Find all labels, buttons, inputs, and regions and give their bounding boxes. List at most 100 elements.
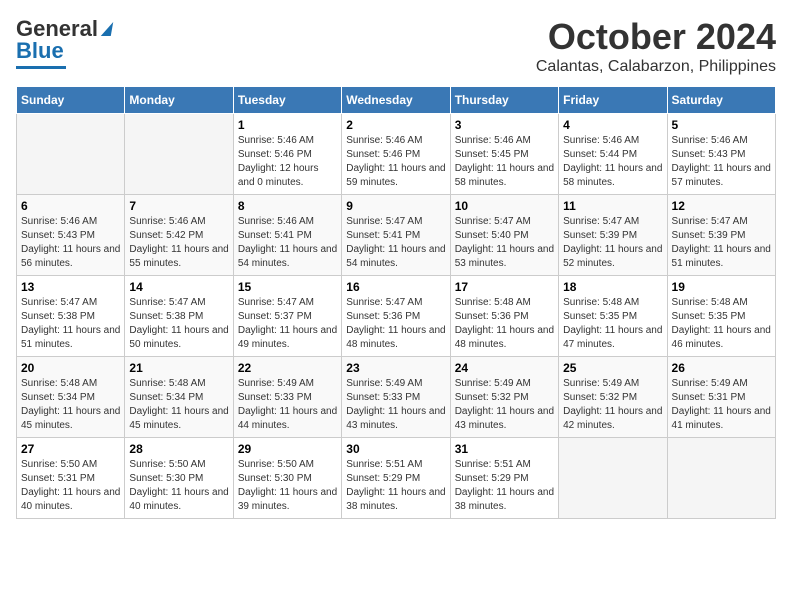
day-number: 3: [455, 118, 554, 132]
day-number: 11: [563, 199, 662, 213]
day-number: 15: [238, 280, 337, 294]
day-info: Sunrise: 5:46 AMSunset: 5:42 PMDaylight:…: [129, 215, 228, 271]
day-number: 2: [346, 118, 445, 132]
week-row-3: 13 Sunrise: 5:47 AMSunset: 5:38 PMDayligh…: [17, 276, 776, 357]
day-info: Sunrise: 5:47 AMSunset: 5:37 PMDaylight:…: [238, 296, 337, 352]
calendar-cell: [17, 114, 125, 195]
calendar-cell: 11 Sunrise: 5:47 AMSunset: 5:39 PMDayligh…: [559, 195, 667, 276]
calendar-cell: 8Sunrise: 5:46 AMSunset: 5:41 PMDaylight…: [233, 195, 341, 276]
calendar-cell: 2 Sunrise: 5:46 AMSunset: 5:46 PMDaylight…: [342, 114, 450, 195]
week-row-4: 20 Sunrise: 5:48 AMSunset: 5:34 PMDayligh…: [17, 357, 776, 438]
calendar-cell: 25Sunrise: 5:49 AMSunset: 5:32 PMDayligh…: [559, 357, 667, 438]
calendar-cell: 3 Sunrise: 5:46 AMSunset: 5:45 PMDaylight…: [450, 114, 558, 195]
day-number: 16: [346, 280, 445, 294]
column-header-tuesday: Tuesday: [233, 87, 341, 114]
page-title: October 2024: [536, 16, 776, 58]
column-header-sunday: Sunday: [17, 87, 125, 114]
title-block: October 2024 Calantas, Calabarzon, Phili…: [536, 16, 776, 76]
day-info: Sunrise: 5:47 AMSunset: 5:39 PMDaylight:…: [672, 215, 771, 271]
day-info: Sunrise: 5:49 AMSunset: 5:32 PMDaylight:…: [455, 377, 554, 433]
column-header-thursday: Thursday: [450, 87, 558, 114]
day-info: Sunrise: 5:50 AMSunset: 5:31 PMDaylight:…: [21, 458, 120, 514]
day-info: Sunrise: 5:48 AMSunset: 5:34 PMDaylight:…: [21, 377, 120, 433]
day-number: 19: [672, 280, 771, 294]
calendar-cell: 15 Sunrise: 5:47 AMSunset: 5:37 PMDayligh…: [233, 276, 341, 357]
calendar-cell: 23 Sunrise: 5:49 AMSunset: 5:33 PMDayligh…: [342, 357, 450, 438]
day-number: 8: [238, 199, 337, 213]
day-info: Sunrise: 5:49 AMSunset: 5:33 PMDaylight:…: [238, 377, 337, 433]
calendar-cell: 13 Sunrise: 5:47 AMSunset: 5:38 PMDayligh…: [17, 276, 125, 357]
day-info: Sunrise: 5:51 AMSunset: 5:29 PMDaylight:…: [455, 458, 554, 514]
day-info: Sunrise: 5:47 AMSunset: 5:36 PMDaylight:…: [346, 296, 445, 352]
day-number: 9: [346, 199, 445, 213]
calendar-cell: 5Sunrise: 5:46 AMSunset: 5:43 PMDaylight…: [667, 114, 775, 195]
day-info: Sunrise: 5:48 AMSunset: 5:36 PMDaylight:…: [455, 296, 554, 352]
calendar-cell: [125, 114, 233, 195]
calendar-cell: 31 Sunrise: 5:51 AMSunset: 5:29 PMDayligh…: [450, 438, 558, 519]
day-number: 23: [346, 361, 445, 375]
day-number: 22: [238, 361, 337, 375]
day-number: 17: [455, 280, 554, 294]
calendar-cell: 17 Sunrise: 5:48 AMSunset: 5:36 PMDayligh…: [450, 276, 558, 357]
calendar-cell: 1 Sunrise: 5:46 AMSunset: 5:46 PMDaylight…: [233, 114, 341, 195]
day-info: Sunrise: 5:50 AMSunset: 5:30 PMDaylight:…: [238, 458, 337, 514]
day-number: 21: [129, 361, 228, 375]
calendar-cell: 27 Sunrise: 5:50 AMSunset: 5:31 PMDayligh…: [17, 438, 125, 519]
logo-arrow-icon: [101, 22, 113, 36]
day-number: 26: [672, 361, 771, 375]
calendar-cell: 21 Sunrise: 5:48 AMSunset: 5:34 PMDayligh…: [125, 357, 233, 438]
day-number: 12: [672, 199, 771, 213]
day-number: 30: [346, 442, 445, 456]
calendar-cell: [667, 438, 775, 519]
day-info: Sunrise: 5:48 AMSunset: 5:35 PMDaylight:…: [672, 296, 771, 352]
calendar-table: SundayMondayTuesdayWednesdayThursdayFrid…: [16, 86, 776, 519]
day-info: Sunrise: 5:49 AMSunset: 5:31 PMDaylight:…: [672, 377, 771, 433]
page-header: General Blue October 2024 Calantas, Cala…: [16, 16, 776, 76]
day-info: Sunrise: 5:49 AMSunset: 5:33 PMDaylight:…: [346, 377, 445, 433]
logo: General Blue: [16, 16, 112, 69]
day-info: Sunrise: 5:48 AMSunset: 5:34 PMDaylight:…: [129, 377, 228, 433]
page-subtitle: Calantas, Calabarzon, Philippines: [536, 58, 776, 76]
calendar-cell: 12 Sunrise: 5:47 AMSunset: 5:39 PMDayligh…: [667, 195, 775, 276]
day-info: Sunrise: 5:46 AMSunset: 5:46 PMDaylight:…: [346, 134, 445, 190]
calendar-cell: 26 Sunrise: 5:49 AMSunset: 5:31 PMDayligh…: [667, 357, 775, 438]
calendar-cell: 16 Sunrise: 5:47 AMSunset: 5:36 PMDayligh…: [342, 276, 450, 357]
day-number: 27: [21, 442, 120, 456]
calendar-cell: 18Sunrise: 5:48 AMSunset: 5:35 PMDayligh…: [559, 276, 667, 357]
day-number: 13: [21, 280, 120, 294]
calendar-cell: 10Sunrise: 5:47 AMSunset: 5:40 PMDayligh…: [450, 195, 558, 276]
calendar-cell: 29 Sunrise: 5:50 AMSunset: 5:30 PMDayligh…: [233, 438, 341, 519]
calendar-cell: 20 Sunrise: 5:48 AMSunset: 5:34 PMDayligh…: [17, 357, 125, 438]
day-info: Sunrise: 5:46 AMSunset: 5:43 PMDaylight:…: [21, 215, 120, 271]
column-header-saturday: Saturday: [667, 87, 775, 114]
calendar-cell: 4Sunrise: 5:46 AMSunset: 5:44 PMDaylight…: [559, 114, 667, 195]
calendar-cell: 19 Sunrise: 5:48 AMSunset: 5:35 PMDayligh…: [667, 276, 775, 357]
day-number: 29: [238, 442, 337, 456]
week-row-1: 1 Sunrise: 5:46 AMSunset: 5:46 PMDaylight…: [17, 114, 776, 195]
column-header-wednesday: Wednesday: [342, 87, 450, 114]
day-info: Sunrise: 5:46 AMSunset: 5:46 PMDaylight:…: [238, 134, 337, 190]
day-number: 20: [21, 361, 120, 375]
day-info: Sunrise: 5:50 AMSunset: 5:30 PMDaylight:…: [129, 458, 228, 514]
day-info: Sunrise: 5:49 AMSunset: 5:32 PMDaylight:…: [563, 377, 662, 433]
calendar-cell: [559, 438, 667, 519]
day-number: 5: [672, 118, 771, 132]
calendar-cell: 24 Sunrise: 5:49 AMSunset: 5:32 PMDayligh…: [450, 357, 558, 438]
day-number: 14: [129, 280, 228, 294]
calendar-cell: 9Sunrise: 5:47 AMSunset: 5:41 PMDaylight…: [342, 195, 450, 276]
day-info: Sunrise: 5:48 AMSunset: 5:35 PMDaylight:…: [563, 296, 662, 352]
day-number: 31: [455, 442, 554, 456]
day-number: 28: [129, 442, 228, 456]
day-info: Sunrise: 5:47 AMSunset: 5:38 PMDaylight:…: [21, 296, 120, 352]
column-header-friday: Friday: [559, 87, 667, 114]
calendar-cell: 14Sunrise: 5:47 AMSunset: 5:38 PMDayligh…: [125, 276, 233, 357]
logo-underline: [16, 66, 66, 69]
day-number: 10: [455, 199, 554, 213]
day-info: Sunrise: 5:46 AMSunset: 5:45 PMDaylight:…: [455, 134, 554, 190]
day-number: 24: [455, 361, 554, 375]
day-number: 1: [238, 118, 337, 132]
day-info: Sunrise: 5:46 AMSunset: 5:44 PMDaylight:…: [563, 134, 662, 190]
calendar-header-row: SundayMondayTuesdayWednesdayThursdayFrid…: [17, 87, 776, 114]
calendar-cell: 28 Sunrise: 5:50 AMSunset: 5:30 PMDayligh…: [125, 438, 233, 519]
day-info: Sunrise: 5:47 AMSunset: 5:39 PMDaylight:…: [563, 215, 662, 271]
